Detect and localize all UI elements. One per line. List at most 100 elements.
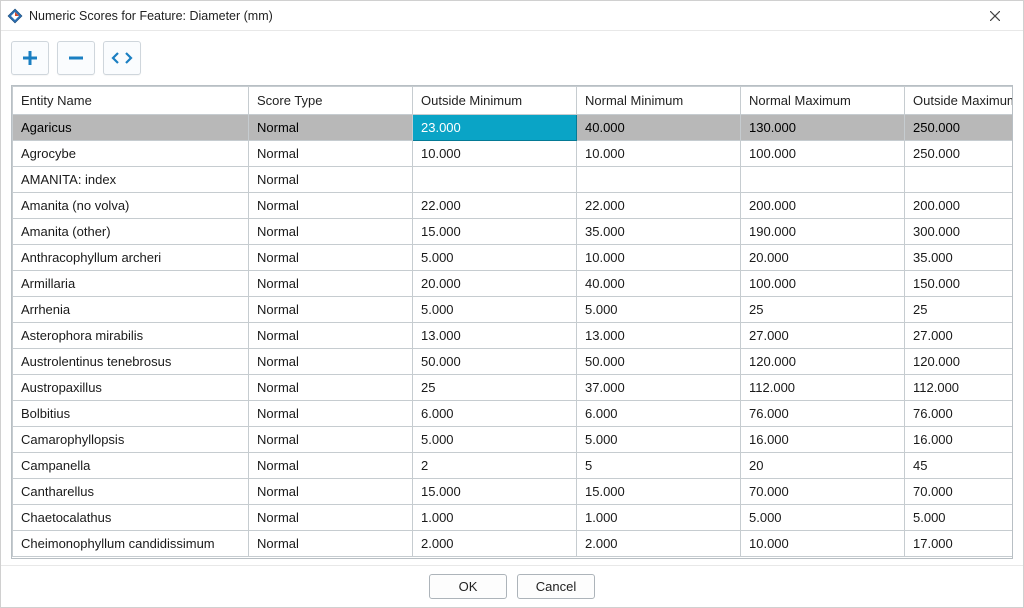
table-row[interactable]: AMANITA: indexNormal	[13, 167, 1014, 193]
cell-normal-max[interactable]: 20	[741, 453, 905, 479]
cell-normal-max[interactable]: 70.000	[741, 479, 905, 505]
cell-normal-max[interactable]: 76.000	[741, 401, 905, 427]
table-row[interactable]: ArrheniaNormal5.0005.0002525	[13, 297, 1014, 323]
table-row[interactable]: AustropaxillusNormal2537.000112.000112.0…	[13, 375, 1014, 401]
header-score-type[interactable]: Score Type	[249, 87, 413, 115]
cell-outside-min[interactable]: 15.000	[413, 219, 577, 245]
cell-entity[interactable]: Armillaria	[13, 271, 249, 297]
cell-normal-min[interactable]: 50.000	[577, 349, 741, 375]
cell-outside-max[interactable]: 250.000	[905, 115, 1014, 141]
cell-normal-min[interactable]: 2.000	[577, 531, 741, 557]
cell-outside-min[interactable]: 25	[413, 375, 577, 401]
cell-outside-max[interactable]: 25	[905, 297, 1014, 323]
cell-outside-min[interactable]: 10.000	[413, 141, 577, 167]
header-outside-min[interactable]: Outside Minimum	[413, 87, 577, 115]
cell-score-type[interactable]: Normal	[249, 453, 413, 479]
cell-score-type[interactable]: Normal	[249, 375, 413, 401]
cell-outside-min[interactable]: 50.000	[413, 349, 577, 375]
cell-normal-min[interactable]: 37.000	[577, 375, 741, 401]
cell-outside-max[interactable]: 120.000	[905, 349, 1014, 375]
table-row[interactable]: Amanita (no volva)Normal22.00022.000200.…	[13, 193, 1014, 219]
cell-normal-min[interactable]: 10.000	[577, 245, 741, 271]
cell-entity[interactable]: Austropaxillus	[13, 375, 249, 401]
cell-score-type[interactable]: Normal	[249, 427, 413, 453]
header-normal-min[interactable]: Normal Minimum	[577, 87, 741, 115]
cell-entity[interactable]: Cantharellus	[13, 479, 249, 505]
cell-normal-max[interactable]: 5.000	[741, 505, 905, 531]
cell-normal-min[interactable]: 5.000	[577, 297, 741, 323]
cell-normal-min[interactable]: 10.000	[577, 141, 741, 167]
cell-normal-max[interactable]: 27.000	[741, 323, 905, 349]
table-row[interactable]: Austrolentinus tenebrosusNormal50.00050.…	[13, 349, 1014, 375]
cell-entity[interactable]: Cheimonophyllum candidissimum	[13, 531, 249, 557]
cell-outside-min[interactable]: 2.000	[413, 531, 577, 557]
cell-outside-max[interactable]: 17.000	[905, 531, 1014, 557]
cell-outside-max[interactable]: 300.000	[905, 219, 1014, 245]
scores-table[interactable]: Entity Name Score Type Outside Minimum N…	[12, 86, 1013, 557]
cell-score-type[interactable]: Normal	[249, 141, 413, 167]
cell-entity[interactable]: Amanita (other)	[13, 219, 249, 245]
cell-normal-min[interactable]: 35.000	[577, 219, 741, 245]
table-row[interactable]: BolbitiusNormal6.0006.00076.00076.000	[13, 401, 1014, 427]
header-outside-max[interactable]: Outside Maximum	[905, 87, 1014, 115]
cell-normal-min[interactable]: 6.000	[577, 401, 741, 427]
remove-button[interactable]	[57, 41, 95, 75]
cell-outside-max[interactable]: 70.000	[905, 479, 1014, 505]
table-row[interactable]: ArmillariaNormal20.00040.000100.000150.0…	[13, 271, 1014, 297]
cell-score-type[interactable]: Normal	[249, 531, 413, 557]
table-row[interactable]: AgaricusNormal23.00040.000130.000250.000	[13, 115, 1014, 141]
cell-normal-min[interactable]: 1.000	[577, 505, 741, 531]
cell-entity[interactable]: Campanella	[13, 453, 249, 479]
header-normal-max[interactable]: Normal Maximum	[741, 87, 905, 115]
cell-normal-min[interactable]: 13.000	[577, 323, 741, 349]
cell-outside-min[interactable]: 5.000	[413, 427, 577, 453]
cell-score-type[interactable]: Normal	[249, 505, 413, 531]
cell-normal-min[interactable]: 5	[577, 453, 741, 479]
cell-entity[interactable]: Agaricus	[13, 115, 249, 141]
cell-normal-max[interactable]: 20.000	[741, 245, 905, 271]
cell-score-type[interactable]: Normal	[249, 219, 413, 245]
cell-score-type[interactable]: Normal	[249, 323, 413, 349]
cell-score-type[interactable]: Normal	[249, 271, 413, 297]
cell-outside-min[interactable]: 20.000	[413, 271, 577, 297]
table-row[interactable]: ChaetocalathusNormal1.0001.0005.0005.000	[13, 505, 1014, 531]
cell-score-type[interactable]: Normal	[249, 349, 413, 375]
cell-outside-max[interactable]: 200.000	[905, 193, 1014, 219]
table-row[interactable]: Asterophora mirabilisNormal13.00013.0002…	[13, 323, 1014, 349]
ok-button[interactable]: OK	[429, 574, 507, 599]
cell-entity[interactable]: Amanita (no volva)	[13, 193, 249, 219]
cell-score-type[interactable]: Normal	[249, 401, 413, 427]
cell-outside-max[interactable]: 45	[905, 453, 1014, 479]
cell-outside-min[interactable]: 23.000	[413, 115, 577, 141]
cell-normal-max[interactable]: 200.000	[741, 193, 905, 219]
cell-entity[interactable]: Anthracophyllum archeri	[13, 245, 249, 271]
cell-normal-max[interactable]: 100.000	[741, 141, 905, 167]
cell-normal-min[interactable]: 40.000	[577, 115, 741, 141]
cell-entity[interactable]: Bolbitius	[13, 401, 249, 427]
cell-outside-max[interactable]: 150.000	[905, 271, 1014, 297]
cell-score-type[interactable]: Normal	[249, 297, 413, 323]
table-row[interactable]: AgrocybeNormal10.00010.000100.000250.000	[13, 141, 1014, 167]
cell-entity[interactable]: Arrhenia	[13, 297, 249, 323]
cell-normal-max[interactable]: 25	[741, 297, 905, 323]
table-row[interactable]: CampanellaNormal252045	[13, 453, 1014, 479]
cell-normal-min[interactable]: 15.000	[577, 479, 741, 505]
cell-entity[interactable]: AMANITA: index	[13, 167, 249, 193]
cell-score-type[interactable]: Normal	[249, 115, 413, 141]
cell-normal-max[interactable]: 112.000	[741, 375, 905, 401]
cell-outside-min[interactable]: 1.000	[413, 505, 577, 531]
table-row[interactable]: CamarophyllopsisNormal5.0005.00016.00016…	[13, 427, 1014, 453]
cancel-button[interactable]: Cancel	[517, 574, 595, 599]
cell-score-type[interactable]: Normal	[249, 245, 413, 271]
cell-outside-max[interactable]	[905, 167, 1014, 193]
cell-outside-min[interactable]: 15.000	[413, 479, 577, 505]
table-row[interactable]: CantharellusNormal15.00015.00070.00070.0…	[13, 479, 1014, 505]
cell-score-type[interactable]: Normal	[249, 167, 413, 193]
cell-normal-min[interactable]	[577, 167, 741, 193]
cell-normal-max[interactable]	[741, 167, 905, 193]
cell-outside-min[interactable]	[413, 167, 577, 193]
cell-normal-max[interactable]: 16.000	[741, 427, 905, 453]
cell-normal-max[interactable]: 10.000	[741, 531, 905, 557]
cell-normal-min[interactable]: 40.000	[577, 271, 741, 297]
table-row[interactable]: Amanita (other)Normal15.00035.000190.000…	[13, 219, 1014, 245]
